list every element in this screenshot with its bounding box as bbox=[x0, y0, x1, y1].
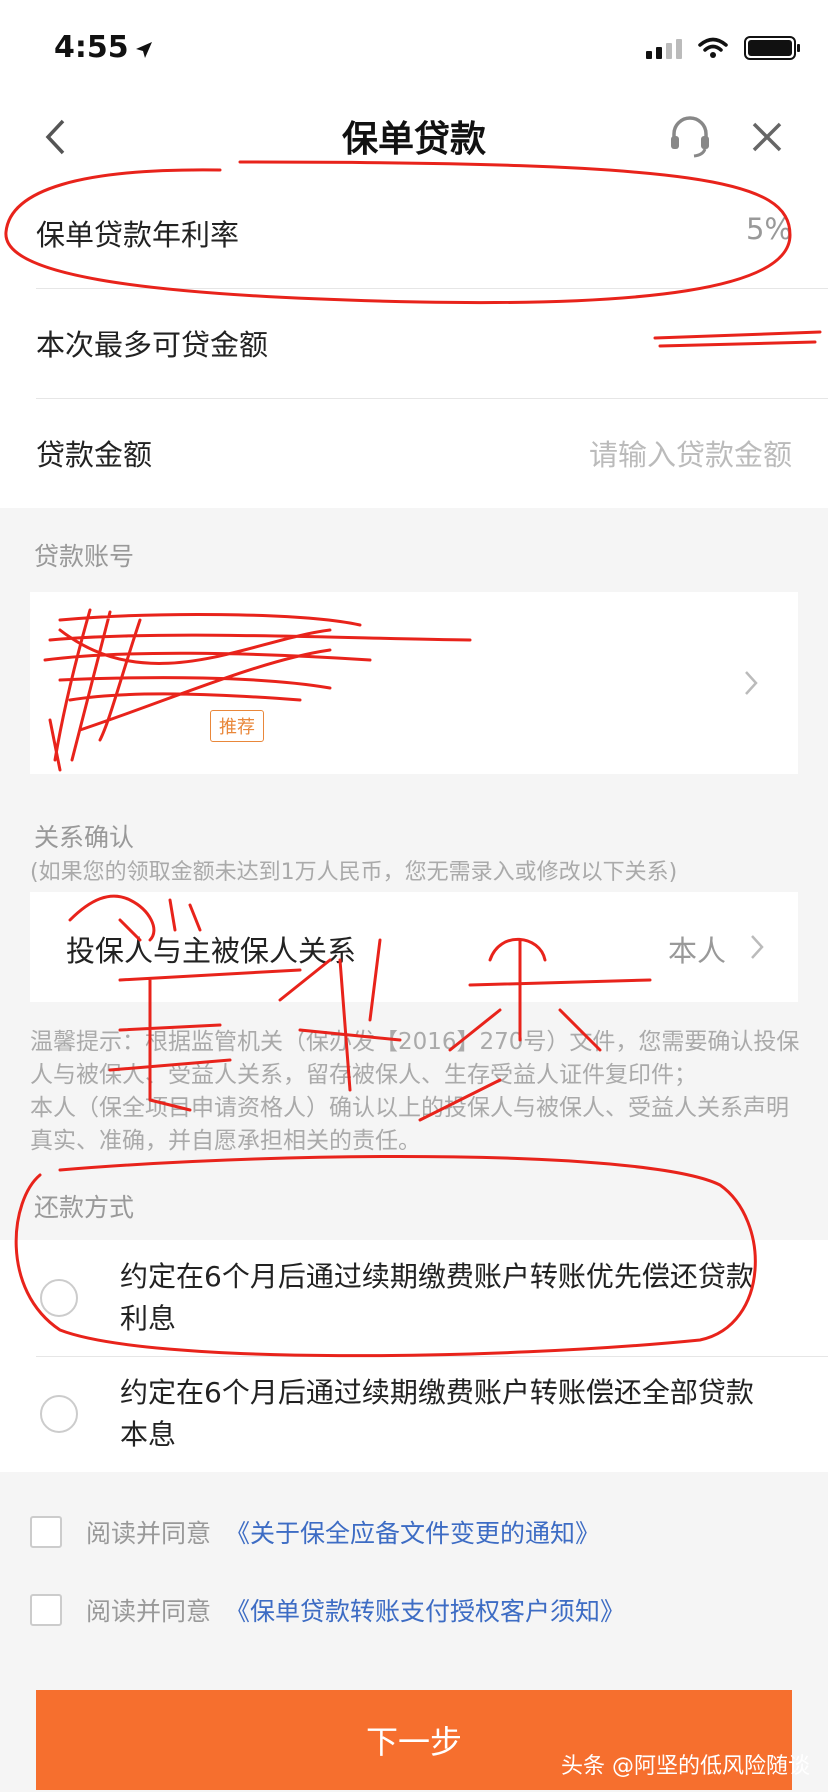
repayment-option[interactable]: 约定在6个月后通过续期缴费账户转账优先偿还贷款利息 bbox=[0, 1240, 828, 1356]
agreement-row[interactable]: 阅读并同意 《保单贷款转账支付授权客户须知》 bbox=[30, 1590, 625, 1630]
relation-row[interactable]: 投保人与主被保人关系 本人 bbox=[30, 892, 798, 1002]
battery-icon bbox=[744, 36, 800, 60]
max-amount-value bbox=[783, 322, 792, 356]
repayment-section-label: 还款方式 bbox=[34, 1193, 135, 1222]
relation-label: 投保人与主被保人关系 bbox=[66, 934, 357, 968]
agreement-link[interactable]: 《保单贷款转账支付授权客户须知》 bbox=[225, 1592, 625, 1628]
radio-button[interactable] bbox=[40, 1279, 78, 1317]
tip-line-2: 本人（保全项目申请资格人）确认以上的投保人与被保人、受益人关系声明真实、准确，并… bbox=[30, 1095, 789, 1154]
max-amount-row: 本次最多可贷金额 bbox=[0, 288, 828, 398]
loan-amount-input[interactable]: 请输入贷款金额 bbox=[589, 432, 792, 474]
repayment-option-text: 约定在6个月后通过续期缴费账户转账偿还全部贷款本息 bbox=[120, 1376, 754, 1451]
chevron-right-icon bbox=[745, 671, 758, 695]
agreement-row[interactable]: 阅读并同意 《关于保全应备文件变更的通知》 bbox=[30, 1512, 600, 1552]
max-amount-label: 本次最多可贷金额 bbox=[36, 328, 269, 362]
loan-amount-label: 贷款金额 bbox=[36, 438, 153, 472]
rate-row: 保单贷款年利率 5% bbox=[0, 178, 828, 288]
account-section-label: 贷款账号 bbox=[34, 542, 135, 571]
rate-value: 5% bbox=[745, 212, 792, 246]
close-icon bbox=[752, 122, 782, 152]
support-button[interactable] bbox=[664, 110, 716, 162]
agreement-link[interactable]: 《关于保全应备文件变更的通知》 bbox=[225, 1514, 600, 1550]
status-time: 4:55 bbox=[54, 30, 129, 65]
status-bar: 4:55 bbox=[0, 0, 828, 100]
agreement-checkbox[interactable] bbox=[30, 1516, 62, 1548]
repayment-option[interactable]: 约定在6个月后通过续期缴费账户转账偿还全部贷款本息 bbox=[0, 1356, 828, 1472]
watermark: 头条 @阿坚的低风险随谈 bbox=[561, 1754, 810, 1779]
recommend-badge: 推荐 bbox=[210, 710, 264, 742]
relation-hint: (如果您的领取金额未达到1万人民币，您无需录入或修改以下关系) bbox=[30, 860, 678, 885]
relation-chevron bbox=[742, 932, 772, 962]
agreement-prefix: 阅读并同意 bbox=[86, 1597, 212, 1626]
tip-line-1: 温馨提示：根据监管机关（保办发【2016】270号）文件，您需要确认投保人与被保… bbox=[30, 1029, 800, 1088]
radio-button[interactable] bbox=[40, 1395, 78, 1433]
wifi-icon bbox=[698, 37, 728, 58]
chevron-right-icon bbox=[751, 935, 764, 959]
close-button[interactable] bbox=[742, 112, 792, 162]
loan-amount-row: 贷款金额 请输入贷款金额 bbox=[0, 398, 828, 508]
warm-tip: 温馨提示：根据监管机关（保办发【2016】270号）文件，您需要确认投保人与被保… bbox=[30, 1026, 802, 1158]
nav-bar: 保单贷款 bbox=[0, 100, 828, 178]
location-arrow-icon bbox=[136, 42, 152, 58]
headset-icon bbox=[671, 116, 709, 158]
loan-info-section: 保单贷款年利率 5% 本次最多可贷金额 贷款金额 请输入贷款金额 bbox=[0, 178, 828, 508]
rate-label: 保单贷款年利率 bbox=[36, 218, 240, 252]
repayment-options: 约定在6个月后通过续期缴费账户转账优先偿还贷款利息 约定在6个月后通过续期缴费账… bbox=[0, 1240, 828, 1472]
relation-section-label: 关系确认 bbox=[34, 823, 135, 852]
cellular-signal-icon bbox=[646, 37, 682, 59]
agreement-checkbox[interactable] bbox=[30, 1594, 62, 1626]
relation-value: 本人 bbox=[667, 934, 726, 968]
repayment-option-text: 约定在6个月后通过续期缴费账户转账优先偿还贷款利息 bbox=[120, 1260, 754, 1335]
agreement-prefix: 阅读并同意 bbox=[86, 1519, 212, 1548]
account-card[interactable]: 推荐 bbox=[30, 592, 798, 774]
account-chevron bbox=[736, 668, 766, 698]
